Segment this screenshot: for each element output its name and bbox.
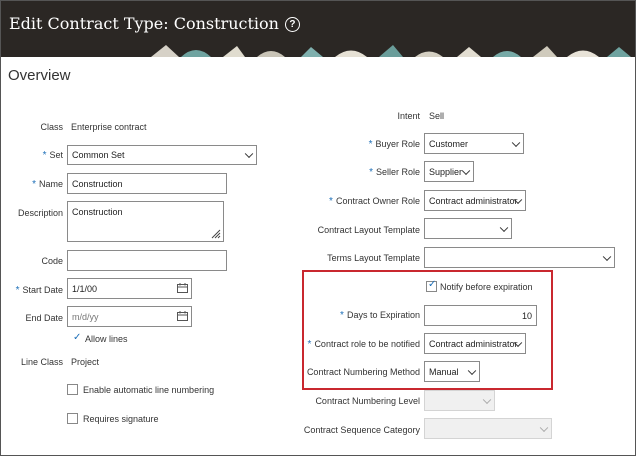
owner-role-label-text: Contract Owner Role: [335, 196, 420, 206]
page-frame: Edit Contract Type: Construction? Overvi…: [0, 0, 636, 456]
notify-role-value: Contract administrator: [429, 338, 518, 349]
chevron-down-icon: [467, 366, 477, 375]
end-date-placeholder: m/d/yy: [72, 311, 99, 322]
buyer-role-label-text: Buyer Role: [375, 139, 420, 149]
calendar-icon[interactable]: [177, 311, 188, 321]
required-icon: *: [42, 150, 47, 161]
seller-role-value: Supplier: [429, 166, 463, 177]
description-textarea-value: Construction: [72, 207, 123, 217]
code-label: Code: [41, 256, 63, 266]
chevron-down-icon: [244, 149, 254, 159]
notify-label: Notify before expiration: [440, 282, 533, 292]
code-input[interactable]: [67, 250, 227, 271]
required-icon: *: [307, 339, 312, 350]
terms-template-select[interactable]: [424, 247, 615, 268]
class-value: Enterprise contract: [71, 122, 147, 132]
resize-handle-icon[interactable]: [211, 229, 221, 239]
sequence-category-select: [424, 418, 552, 439]
help-icon[interactable]: ?: [284, 17, 300, 32]
numbering-level-select: [424, 390, 495, 411]
chevron-down-icon: [499, 223, 509, 232]
terms-template-label: Terms Layout Template: [327, 253, 420, 263]
chevron-down-icon: [602, 252, 612, 261]
buyer-role-select[interactable]: Customer: [424, 133, 524, 154]
seller-role-select[interactable]: Supplier: [424, 161, 474, 182]
name-input-value: Construction: [72, 178, 123, 189]
chevron-down-icon: [511, 138, 521, 147]
start-date-value: 1/1/00: [72, 283, 98, 294]
check-icon: ✓: [428, 279, 437, 290]
description-textarea[interactable]: Construction: [67, 201, 224, 242]
set-select[interactable]: Common Set: [67, 145, 257, 165]
line-class-value: Project: [71, 357, 100, 367]
set-label-text: Set: [49, 150, 63, 160]
page-title-text: Edit Contract Type: Construction: [9, 14, 279, 33]
start-date-label-text: Start Date: [22, 285, 63, 295]
description-label: Description: [17, 208, 63, 218]
calendar-icon[interactable]: [177, 283, 188, 293]
page-title: Edit Contract Type: Construction?: [9, 14, 300, 33]
required-icon: *: [340, 310, 344, 321]
header-decorative-band: [1, 45, 635, 57]
owner-role-select[interactable]: Contract administrator: [424, 190, 526, 211]
required-icon: *: [32, 179, 36, 190]
requires-signature-label: Requires signature: [83, 414, 159, 424]
set-label: * Set: [9, 150, 63, 161]
numbering-method-label: Contract Numbering Method: [306, 367, 420, 377]
numbering-method-value: Manual: [429, 366, 459, 377]
owner-role-label: * Contract Owner Role: [301, 196, 420, 207]
required-icon: *: [15, 285, 20, 296]
layout-template-label: Contract Layout Template: [317, 225, 420, 235]
allow-lines-label: Allow lines: [85, 334, 128, 344]
owner-role-value: Contract administrator: [429, 195, 518, 206]
name-label: * Name: [9, 179, 63, 190]
page-header: Edit Contract Type: Construction?: [1, 1, 635, 57]
auto-numbering-label: Enable automatic line numbering: [83, 385, 215, 395]
layout-template-select[interactable]: [424, 218, 512, 239]
chevron-down-icon: [482, 395, 492, 404]
set-select-value: Common Set: [72, 150, 125, 160]
required-icon: *: [368, 139, 373, 150]
name-input[interactable]: Construction: [67, 173, 227, 194]
buyer-role-value: Customer: [429, 138, 469, 149]
allow-lines-check-icon: ✓: [73, 332, 82, 343]
chevron-down-icon: [461, 166, 471, 175]
numbering-level-label: Contract Numbering Level: [315, 396, 420, 406]
notify-checkbox[interactable]: ✓: [426, 279, 437, 292]
line-class-label: Line Class: [20, 357, 63, 367]
required-icon: *: [369, 167, 373, 178]
required-icon: *: [329, 196, 333, 207]
chevron-down-icon: [539, 423, 549, 432]
intent-value: Sell: [429, 111, 445, 121]
numbering-method-select[interactable]: Manual: [424, 361, 480, 382]
notify-role-select[interactable]: Contract administrator: [424, 333, 526, 354]
start-date-input[interactable]: 1/1/00: [67, 278, 192, 299]
section-title-overview: Overview: [8, 67, 71, 84]
seller-role-label-text: Seller Role: [375, 167, 420, 177]
notify-role-label: * Contract role to be notified: [301, 339, 420, 350]
intent-label: Intent: [397, 111, 420, 121]
class-label: Class: [40, 122, 63, 132]
notify-role-label-text: Contract role to be notified: [314, 339, 420, 349]
days-label: * Days to Expiration: [301, 310, 420, 321]
days-input[interactable]: 10: [424, 305, 537, 326]
end-date-input[interactable]: m/d/yy: [67, 306, 192, 327]
sequence-category-label: Contract Sequence Category: [303, 425, 420, 435]
end-date-label: End Date: [25, 313, 63, 323]
seller-role-label: * Seller Role: [301, 167, 420, 178]
days-label-text: Days to Expiration: [346, 310, 420, 320]
requires-signature-checkbox[interactable]: [67, 413, 78, 424]
start-date-label: * Start Date: [9, 285, 63, 296]
days-value: 10: [521, 310, 532, 321]
auto-numbering-checkbox[interactable]: [67, 384, 78, 395]
buyer-role-label: * Buyer Role: [301, 139, 420, 150]
name-label-text: Name: [38, 179, 63, 189]
